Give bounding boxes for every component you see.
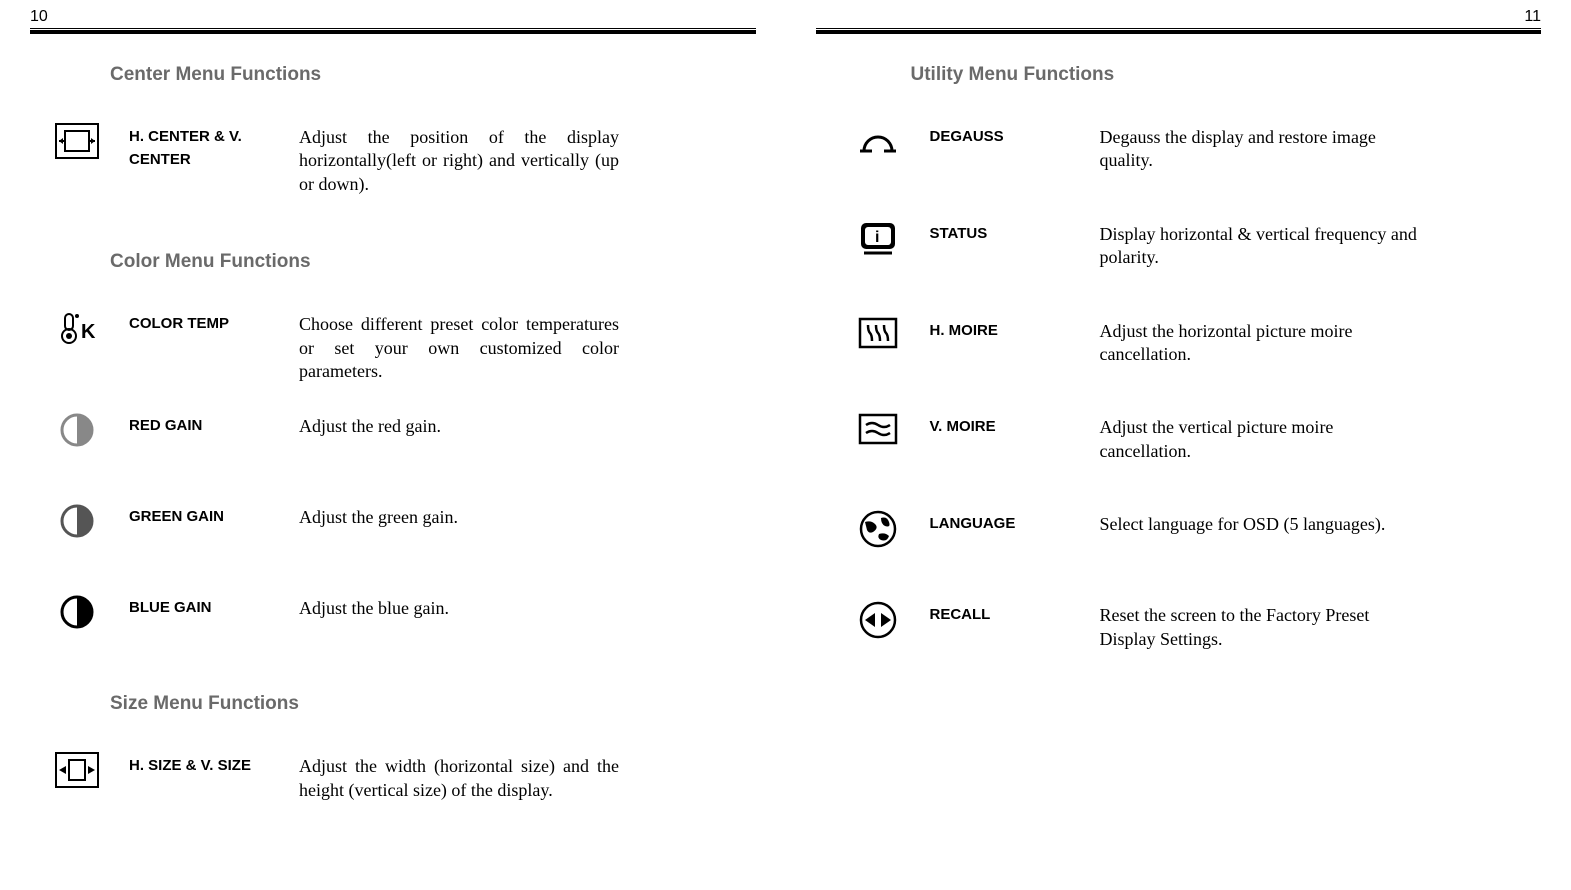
desc-status: Display horizontal & vertical frequency … [1100, 223, 1420, 270]
label-status: STATUS [930, 223, 1070, 246]
item-recall: RECALL Reset the screen to the Factory P… [911, 604, 1542, 651]
section-heading-utility: Utility Menu Functions [911, 64, 1542, 86]
svg-text:K: K [81, 321, 96, 343]
label-recall: RECALL [930, 604, 1070, 627]
left-content: Center Menu Functions H. CENTER & V. CEN… [30, 34, 756, 802]
svg-text:i: i [875, 229, 879, 246]
hmoire-icon [856, 317, 900, 361]
label-hmoire: H. MOIRE [930, 320, 1070, 343]
item-status: i STATUS Display horizontal & vertical f… [911, 223, 1542, 270]
label-color-temp: COLOR TEMP [129, 313, 269, 336]
hv-size-icon [55, 752, 99, 796]
label-degauss: DEGAUSS [930, 126, 1070, 149]
status-icon: i [856, 220, 900, 264]
page-number-left: 10 [30, 8, 756, 26]
item-green-gain: GREEN GAIN Adjust the green gain. [110, 506, 756, 547]
section-heading-size: Size Menu Functions [110, 693, 756, 715]
label-hv-center: H. CENTER & V. CENTER [129, 126, 269, 171]
blue-gain-icon [55, 594, 99, 638]
green-gain-icon [55, 503, 99, 547]
item-red-gain: RED GAIN Adjust the red gain. [110, 415, 756, 456]
desc-hv-size: Adjust the width (horizontal size) and t… [299, 755, 619, 802]
section-heading-center: Center Menu Functions [110, 64, 756, 86]
red-gain-icon [55, 412, 99, 456]
label-language: LANGUAGE [930, 513, 1070, 536]
item-vmoire: V. MOIRE Adjust the vertical picture moi… [911, 416, 1542, 463]
desc-vmoire: Adjust the vertical picture moire cancel… [1100, 416, 1420, 463]
desc-hv-center: Adjust the position of the display horiz… [299, 126, 619, 196]
label-red-gain: RED GAIN [129, 415, 269, 438]
item-language: LANGUAGE Select language for OSD (5 lang… [911, 513, 1542, 554]
section-heading-color: Color Menu Functions [110, 251, 756, 273]
degauss-icon [856, 123, 900, 167]
label-blue-gain: BLUE GAIN [129, 597, 269, 620]
label-green-gain: GREEN GAIN [129, 506, 269, 529]
item-color-temp: K COLOR TEMP Choose different preset col… [110, 313, 756, 383]
page-number-right: 11 [816, 8, 1542, 26]
desc-red-gain: Adjust the red gain. [299, 415, 441, 438]
desc-degauss: Degauss the display and restore image qu… [1100, 126, 1420, 173]
recall-icon [856, 601, 900, 645]
vmoire-icon [856, 413, 900, 457]
hv-center-icon [55, 123, 99, 167]
desc-recall: Reset the screen to the Factory Preset D… [1100, 604, 1420, 651]
page-left: 10 Center Menu Functions H. CENTER & V. … [0, 0, 786, 890]
item-hv-center: H. CENTER & V. CENTER Adjust the positio… [110, 126, 756, 196]
item-blue-gain: BLUE GAIN Adjust the blue gain. [110, 597, 756, 638]
color-temp-icon: K [55, 310, 99, 354]
right-content: Utility Menu Functions DEGAUSS Degauss t… [816, 34, 1542, 651]
label-hv-size: H. SIZE & V. SIZE [129, 755, 269, 778]
desc-language: Select language for OSD (5 languages). [1100, 513, 1386, 536]
label-vmoire: V. MOIRE [930, 416, 1070, 439]
item-hmoire: H. MOIRE Adjust the horizontal picture m… [911, 320, 1542, 367]
desc-color-temp: Choose different preset color temperatur… [299, 313, 619, 383]
language-icon [856, 510, 900, 554]
item-degauss: DEGAUSS Degauss the display and restore … [911, 126, 1542, 173]
desc-green-gain: Adjust the green gain. [299, 506, 458, 529]
desc-blue-gain: Adjust the blue gain. [299, 597, 449, 620]
desc-hmoire: Adjust the horizontal picture moire canc… [1100, 320, 1420, 367]
item-hv-size: H. SIZE & V. SIZE Adjust the width (hori… [110, 755, 756, 802]
page-right: 11 Utility Menu Functions DEGAUSS Degaus… [786, 0, 1571, 890]
